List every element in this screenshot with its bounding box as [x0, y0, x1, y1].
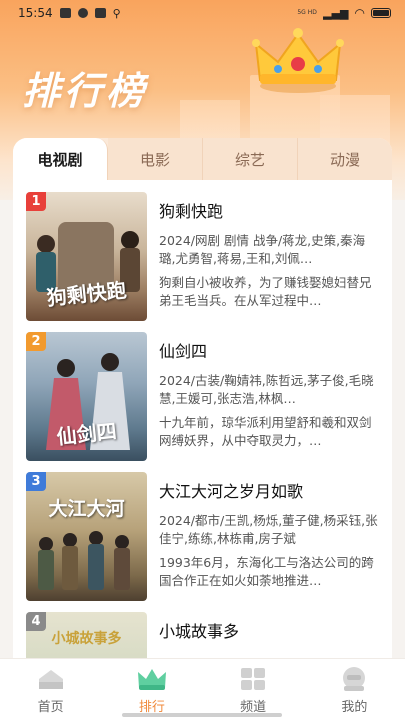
poster-title: 小城故事多: [51, 631, 122, 647]
signal-icon: ▂▄▆: [323, 6, 349, 20]
nav-channels[interactable]: 频道: [203, 659, 304, 720]
list-item[interactable]: 2 仙剑四 仙剑四 2024/古装/鞠婧祎,陈哲远,茅子俊,毛晓慧,王媛可,张志…: [13, 320, 392, 461]
usb-icon: ⚲: [112, 6, 121, 20]
poster-image[interactable]: 2 仙剑四: [26, 332, 147, 461]
tab-movies[interactable]: 电影: [108, 138, 203, 180]
show-title[interactable]: 仙剑四: [159, 338, 381, 362]
nav-home-label: 首页: [37, 700, 64, 715]
ranking-card: 电视剧 电影 综艺 动漫 1 狗剩快跑 狗剩快跑 2024/网剧 剧情 战争/蒋…: [13, 138, 392, 668]
grid-icon: [236, 665, 270, 693]
poster-image[interactable]: 3 大江大河: [26, 472, 147, 601]
sync-icon: [77, 8, 88, 18]
nav-profile-label: 我的: [341, 700, 368, 715]
profile-icon: [337, 665, 371, 693]
show-description: 1993年6月，东海化工与洛达公司的跨国合作正在如火如荼地推进…: [159, 555, 374, 588]
rank-badge: 3: [26, 472, 46, 491]
wifi-icon: ◠: [354, 6, 365, 20]
show-meta: 2024/古装/鞠婧祎,陈哲远,茅子俊,毛晓慧,王媛可,张志浩,林枫…: [159, 373, 374, 406]
show-description: 狗剩自小被收养，为了赚钱娶媳妇替兄弟王毛当兵。在从军过程中…: [159, 275, 372, 308]
show-meta: 2024/网剧 剧情 战争/蒋龙,史策,秦海璐,尤勇智,蒋易,王和,刘佩…: [159, 233, 366, 266]
bottom-navigation: 首页 排行 频道 我的: [0, 658, 405, 720]
home-icon: [34, 665, 68, 693]
nav-profile[interactable]: 我的: [304, 659, 405, 720]
rank-badge: 2: [26, 332, 46, 351]
list-item[interactable]: 3 大江大河 大江大河之岁月如歌 2024/都市/王凯,杨烁,董子健,杨采钰,张…: [13, 460, 392, 601]
notification-icon: [59, 8, 71, 18]
tab-anime[interactable]: 动漫: [298, 138, 392, 180]
show-title[interactable]: 大江大河之岁月如歌: [159, 478, 381, 502]
status-time: 15:54: [18, 6, 53, 20]
network-label: 5G HD: [297, 9, 317, 16]
category-tabs: 电视剧 电影 综艺 动漫: [13, 138, 392, 180]
page-title: 排行榜: [22, 69, 149, 113]
poster-title: 大江大河: [48, 498, 125, 520]
battery-icon: [371, 8, 391, 18]
tab-variety[interactable]: 综艺: [203, 138, 298, 180]
ranking-list: 1 狗剩快跑 狗剩快跑 2024/网剧 剧情 战争/蒋龙,史策,秦海璐,尤勇智,…: [13, 180, 392, 668]
show-description: 十九年前，琼华派利用望舒和羲和双剑网缚妖界，从中夺取灵力，…: [159, 415, 372, 448]
poster-image[interactable]: 1 狗剩快跑: [26, 192, 147, 321]
home-indicator: [122, 713, 282, 717]
rank-badge: 1: [26, 192, 46, 211]
show-title[interactable]: 小城故事多: [159, 618, 381, 642]
crown-icon: [252, 28, 344, 93]
nav-ranking[interactable]: 排行: [101, 659, 202, 720]
crown-icon: [135, 665, 169, 693]
show-meta: 2024/都市/王凯,杨烁,董子健,杨采钰,张佳宁,练练,林栋甫,房子斌: [159, 513, 378, 546]
list-item[interactable]: 1 狗剩快跑 狗剩快跑 2024/网剧 剧情 战争/蒋龙,史策,秦海璐,尤勇智,…: [13, 180, 392, 321]
tab-tv-series[interactable]: 电视剧: [13, 138, 108, 180]
nav-home[interactable]: 首页: [0, 659, 101, 720]
status-bar: 15:54 ⚲ 5G HD ▂▄▆ ◠: [0, 0, 405, 26]
gallery-icon: [94, 8, 106, 18]
poster-art: [38, 531, 130, 590]
show-title[interactable]: 狗剩快跑: [159, 198, 381, 222]
